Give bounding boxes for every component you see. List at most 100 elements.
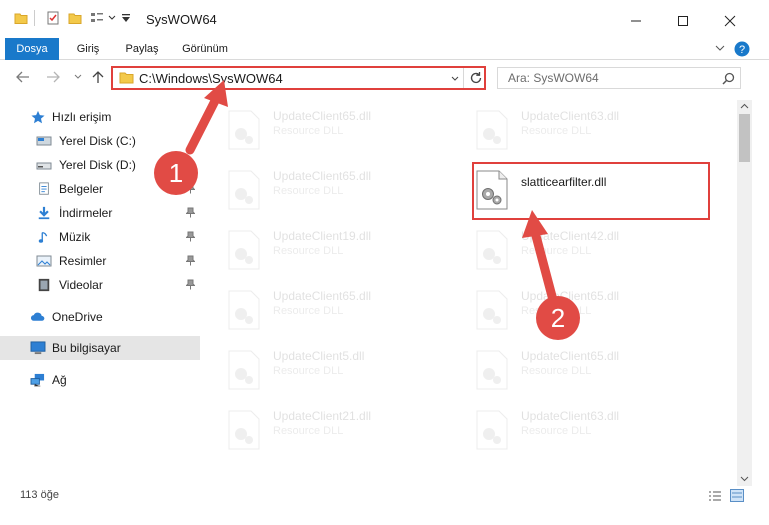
file-item[interactable]: UpdateClient65.dll Resource DLL [227, 164, 467, 214]
sidebar-item-quick-access[interactable]: Hızlı erişim [0, 105, 200, 129]
close-icon [724, 15, 736, 27]
music-icon [38, 231, 48, 243]
file-type: Resource DLL [521, 365, 592, 377]
title-bar: SysWOW64 [0, 0, 769, 38]
dll-file-icon [228, 110, 260, 150]
file-item[interactable]: UpdateClient21.dll Resource DLL [227, 404, 467, 454]
folder-icon [119, 72, 134, 84]
large-icons-view-icon[interactable] [730, 489, 744, 502]
drive-icon [36, 162, 52, 170]
details-view-icon[interactable] [708, 490, 722, 502]
sidebar-item-onedrive[interactable]: OneDrive [0, 305, 200, 329]
sidebar-item-downloads[interactable]: İndirmeler [0, 201, 200, 225]
file-name: UpdateClient42.dll [521, 229, 620, 243]
file-name: UpdateClient63.dll [521, 109, 620, 123]
status-bar: 113 öğe [0, 486, 769, 506]
sidebar-item-music[interactable]: Müzik [0, 225, 200, 249]
sidebar-item-label: Müzik [59, 230, 91, 244]
separator [34, 10, 35, 26]
forward-icon[interactable] [46, 71, 60, 83]
file-type: Resource DLL [521, 125, 592, 137]
file-name: UpdateClient5.dll [273, 349, 365, 363]
sidebar-item-label: Hızlı erişim [52, 110, 112, 124]
chevron-down-icon[interactable] [451, 76, 459, 82]
search-placeholder: Ara: SysWOW64 [508, 71, 599, 85]
pin-icon[interactable] [186, 207, 195, 218]
video-icon [38, 278, 50, 292]
file-type: Resource DLL [273, 185, 344, 197]
scrollbar-thumb[interactable] [739, 114, 750, 162]
file-item[interactable]: UpdateClient65.dll Resource DLL [227, 284, 467, 334]
item-count: 113 öğe [20, 489, 59, 501]
properties-icon[interactable] [46, 11, 60, 25]
folder-icon[interactable] [14, 11, 28, 25]
file-type: Resource DLL [521, 245, 592, 257]
dll-file-icon [228, 350, 260, 390]
refresh-icon[interactable] [469, 71, 483, 85]
file-type: Resource DLL [273, 125, 344, 137]
dll-file-icon [476, 350, 508, 390]
view-icon[interactable] [90, 11, 104, 25]
back-icon[interactable] [16, 71, 30, 83]
file-name: UpdateClient65.dll [273, 289, 372, 303]
file-type: Resource DLL [273, 245, 344, 257]
file-item[interactable]: UpdateClient19.dll Resource DLL [227, 224, 467, 274]
vertical-scrollbar[interactable] [737, 100, 752, 486]
separator [463, 68, 464, 88]
pin-icon[interactable] [186, 255, 195, 266]
maximize-icon [678, 16, 688, 26]
help-icon[interactable]: ? [734, 41, 750, 57]
tab-view[interactable]: Görünüm [173, 38, 237, 60]
file-item[interactable]: UpdateClient42.dll Resource DLL [475, 224, 715, 274]
dll-file-icon [476, 410, 508, 450]
scroll-down-icon[interactable] [740, 476, 749, 482]
up-icon[interactable] [92, 70, 104, 84]
download-icon [38, 206, 50, 220]
search-box[interactable]: Ara: SysWOW64 [497, 67, 741, 89]
pin-icon[interactable] [186, 279, 195, 290]
sidebar-item-label: Belgeler [59, 182, 104, 196]
cloud-icon [30, 312, 45, 321]
dll-file-icon [228, 170, 260, 210]
file-item[interactable]: UpdateClient65.dll Resource DLL [475, 284, 715, 334]
file-item[interactable]: UpdateClient65.dll Resource DLL [227, 104, 467, 154]
address-bar[interactable]: C:\Windows\SysWOW64 [111, 66, 486, 90]
minimize-icon [631, 20, 641, 22]
dll-file-icon [476, 230, 508, 270]
minimize-button[interactable] [613, 6, 659, 36]
tab-home[interactable]: Giriş [65, 38, 111, 60]
dll-file-icon [228, 410, 260, 450]
pin-icon[interactable] [186, 231, 195, 242]
computer-icon [30, 341, 46, 355]
file-item[interactable]: UpdateClient63.dll Resource DLL [475, 404, 715, 454]
dll-file-icon [476, 290, 508, 330]
sidebar-item-network[interactable]: Ağ [0, 368, 200, 392]
customize-toolbar-icon[interactable] [122, 14, 130, 23]
tab-share[interactable]: Paylaş [117, 38, 167, 60]
file-name: UpdateClient19.dll [273, 229, 372, 243]
sidebar-item-pictures[interactable]: Resimler [0, 249, 200, 273]
sidebar-item-local-disk-c[interactable]: Yerel Disk (C:) [0, 129, 200, 153]
sidebar-item-videos[interactable]: Videolar [0, 273, 200, 297]
sidebar-item-this-pc[interactable]: Bu bilgisayar [0, 336, 200, 360]
file-highlight-box [472, 162, 710, 220]
scroll-up-icon[interactable] [740, 103, 749, 109]
file-item[interactable]: UpdateClient63.dll Resource DLL [475, 104, 715, 154]
dll-file-icon [228, 290, 260, 330]
star-icon [31, 110, 45, 124]
close-button[interactable] [707, 6, 753, 36]
search-icon[interactable] [722, 72, 735, 85]
tab-file[interactable]: Dosya [5, 38, 59, 60]
chevron-down-icon[interactable] [108, 15, 116, 21]
recent-locations-icon[interactable] [74, 74, 82, 80]
dll-file-icon [228, 230, 260, 270]
new-folder-icon[interactable] [68, 11, 82, 25]
file-item[interactable]: UpdateClient65.dll Resource DLL [475, 344, 715, 394]
file-type: Resource DLL [273, 365, 344, 377]
file-list: UpdateClient65.dll Resource DLL UpdateCl… [205, 100, 736, 474]
expand-ribbon-icon[interactable] [715, 45, 725, 52]
maximize-button[interactable] [660, 6, 706, 36]
file-item[interactable]: UpdateClient5.dll Resource DLL [227, 344, 467, 394]
file-type: Resource DLL [273, 425, 344, 437]
file-name: UpdateClient65.dll [521, 349, 620, 363]
